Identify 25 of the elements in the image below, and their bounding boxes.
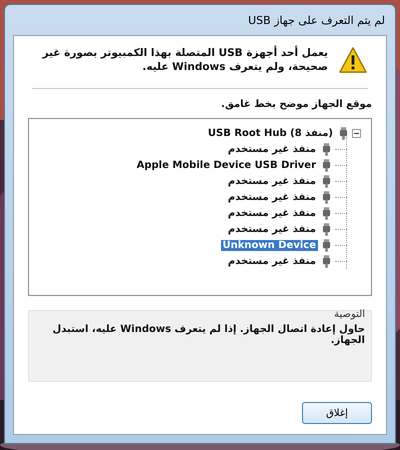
tree-item[interactable]: منفذ غير مستخدم: [226, 208, 318, 218]
collapse-icon[interactable]: [352, 128, 361, 138]
usb-plug-icon: [322, 158, 331, 172]
tree-item[interactable]: Apple Mobile Device USB Driver: [134, 160, 318, 170]
recommendation-text: حاول إعادة اتصال الجهاز. إذا لم يتعرف Windows عليه، استبدل الجهاز.: [52, 324, 365, 346]
tree-item[interactable]: USB Root Hub (8 منفذ): [206, 128, 335, 138]
tree-item[interactable]: منفذ غير مستخدم: [226, 256, 318, 266]
usb-plug-icon: [322, 142, 331, 156]
tree-item[interactable]: منفذ غير مستخدم: [226, 224, 318, 234]
usb-plug-icon: [322, 206, 331, 220]
warning-icon: [338, 46, 368, 74]
usb-plug-icon: [322, 238, 331, 252]
tree-item[interactable]: منفذ غير مستخدم: [226, 144, 318, 154]
close-button[interactable]: إغلاق: [302, 402, 372, 424]
tree-item[interactable]: Unknown Device: [220, 240, 318, 250]
usb-plug-icon: [322, 222, 331, 236]
window-title: لم يتم التعرف على جهاز USB: [248, 14, 385, 26]
usb-plug-icon: [322, 254, 331, 268]
recommendation-heading: التوصية: [333, 309, 365, 320]
usb-plug-icon: [322, 174, 331, 188]
error-message: يعمل أحد أجهزة USB المتصلة بهذا الكمبيوتر بصورة غير صحيحة، ولم يتعرف Windows عليه.: [41, 44, 328, 74]
tree-item[interactable]: منفذ غير مستخدم: [226, 176, 318, 186]
tree-item[interactable]: منفذ غير مستخدم: [226, 192, 318, 202]
tree-caption: موقع الجهاز موضح بخط غامق.: [220, 99, 372, 110]
usb-plug-icon: [322, 190, 331, 204]
